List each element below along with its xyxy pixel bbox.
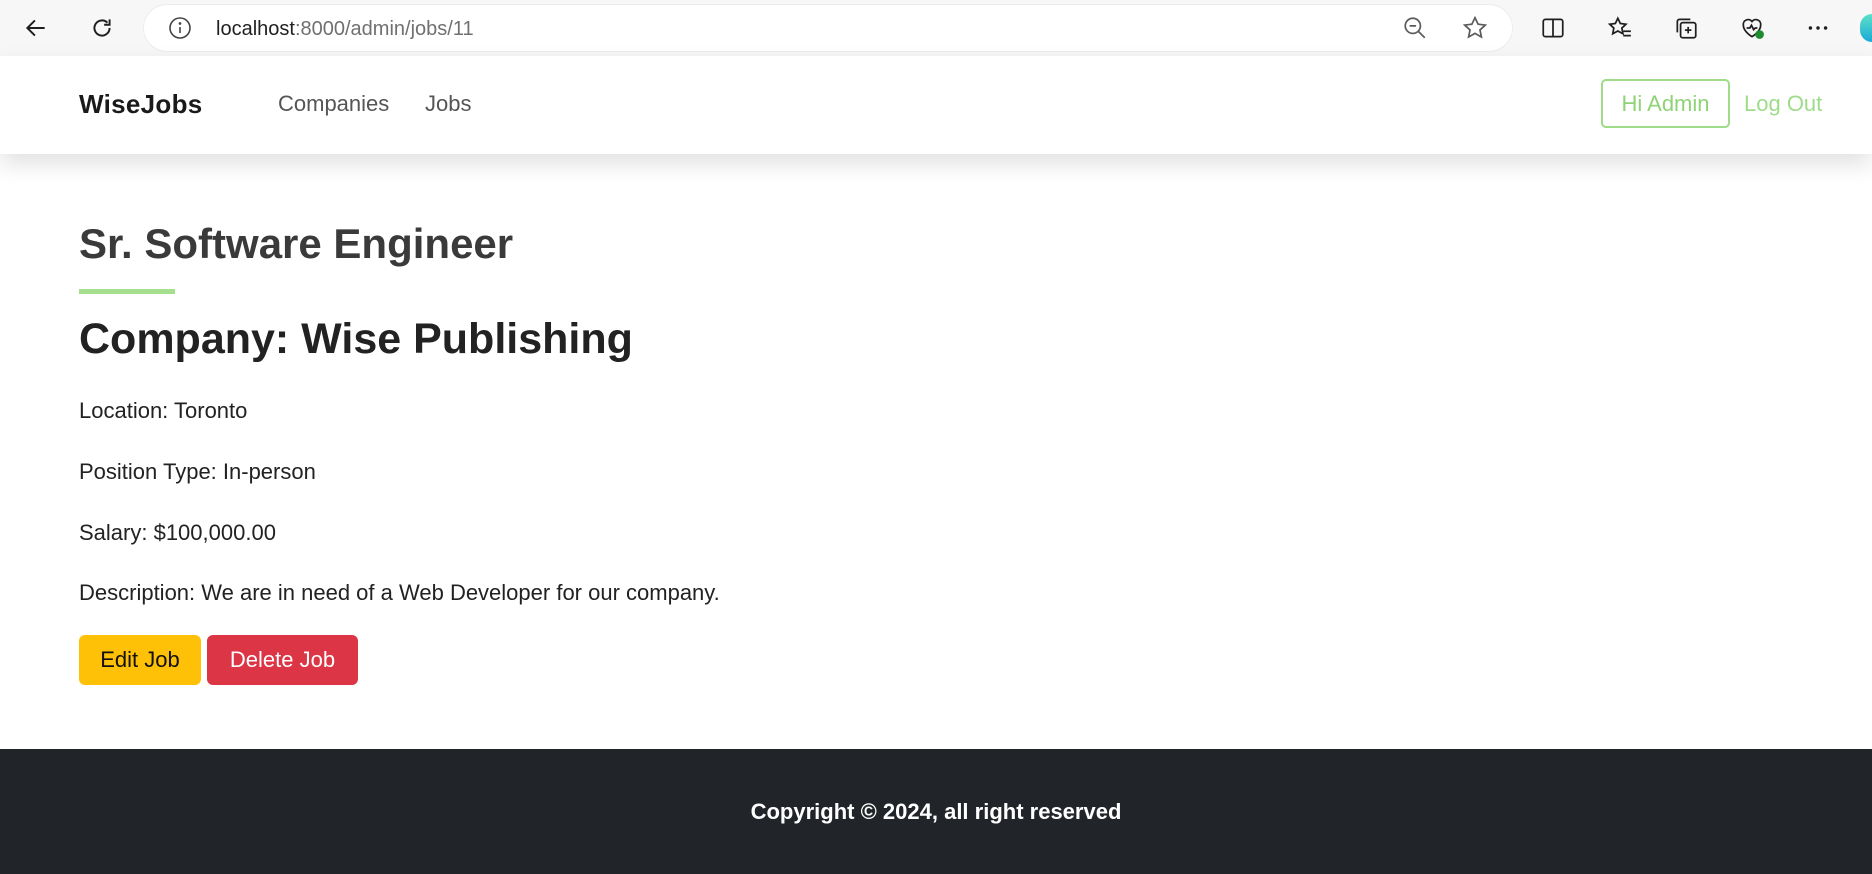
page-title: Sr. Software Engineer [79, 220, 514, 267]
brand-logo[interactable]: WiseJobs [79, 89, 203, 120]
browser-essentials-icon[interactable] [1734, 10, 1770, 46]
site-footer: Copyright © 2024, all right reserved [0, 749, 1872, 874]
nav-link-companies[interactable]: Companies [278, 91, 389, 117]
back-arrow-icon[interactable] [18, 10, 54, 46]
favorites-icon[interactable] [1602, 10, 1638, 46]
logout-link[interactable]: Log Out [1744, 91, 1822, 117]
job-salary: Salary: $100,000.00 [79, 520, 276, 545]
nav-link-jobs[interactable]: Jobs [425, 91, 471, 117]
favorite-star-icon[interactable] [1462, 15, 1488, 41]
site-navbar: WiseJobs Companies Jobs Hi Admin Log Out [0, 56, 1872, 154]
title-underline [79, 289, 175, 294]
address-bar[interactable]: localhost:8000/admin/jobs/11 [144, 5, 1512, 51]
job-position-type: Position Type: In-person [79, 459, 316, 484]
company-heading: Company: Wise Publishing [79, 315, 633, 363]
job-description: Description: We are in need of a Web Dev… [79, 580, 720, 605]
job-location: Location: Toronto [79, 398, 248, 423]
split-screen-icon[interactable] [1535, 10, 1571, 46]
zoom-out-icon[interactable] [1402, 15, 1428, 41]
copilot-icon[interactable] [1860, 14, 1872, 42]
more-options-icon[interactable] [1800, 10, 1836, 46]
copyright-text: Copyright © 2024, all right reserved [750, 799, 1122, 824]
refresh-icon[interactable] [84, 10, 120, 46]
site-info-icon[interactable] [168, 16, 192, 40]
collections-icon[interactable] [1668, 10, 1704, 46]
user-button[interactable]: Hi Admin [1601, 79, 1730, 128]
delete-job-button[interactable]: Delete Job [207, 635, 358, 685]
url-text[interactable]: localhost:8000/admin/jobs/11 [216, 18, 474, 41]
edit-job-button[interactable]: Edit Job [79, 635, 201, 685]
browser-toolbar: localhost:8000/admin/jobs/11 [0, 0, 1872, 56]
